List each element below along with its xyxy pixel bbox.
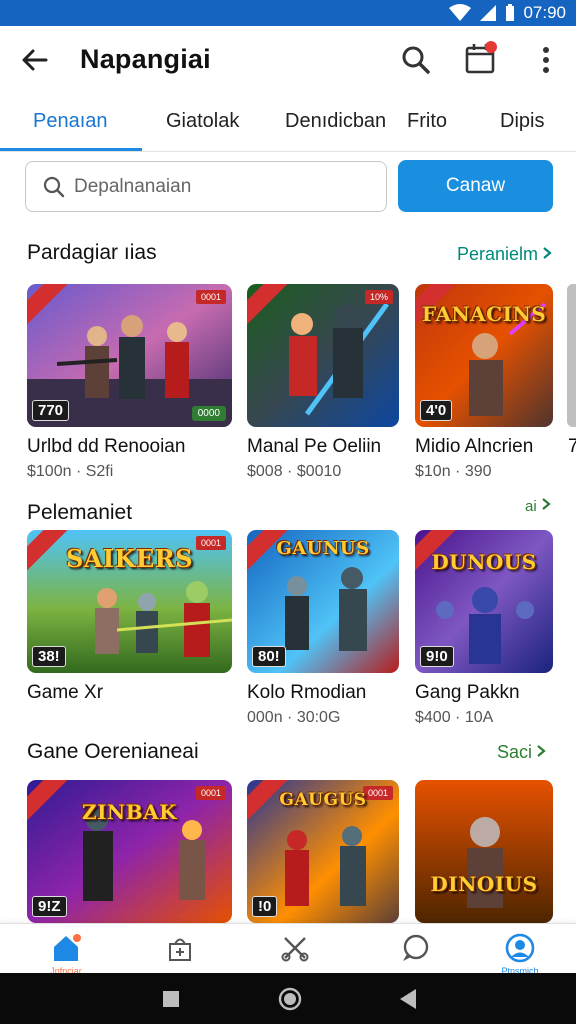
section-see-all-link[interactable]: Saci: [497, 742, 546, 763]
price-tag: 10%: [364, 290, 393, 304]
game-card[interactable]: 0001 770 0000 Urlbd dd Renooian $100n · …: [27, 284, 232, 480]
section-link-label: Saci: [497, 742, 533, 762]
tab-denidicban[interactable]: Denıdicban: [285, 110, 386, 133]
game-card[interactable]: 0001 GAUGUS !0: [247, 780, 399, 923]
rating-badge: 4'0: [420, 400, 453, 421]
game-thumbnail: 0001 GAUGUS !0: [247, 780, 399, 923]
active-tab-indicator: [0, 148, 142, 151]
game-name: Kolo Rmodian: [247, 682, 367, 703]
nav-home[interactable]: [46, 932, 86, 964]
section-see-all-link[interactable]: ai: [525, 497, 551, 515]
game-logo: FANACINS: [421, 302, 547, 326]
nav-store[interactable]: [160, 932, 200, 964]
game-card[interactable]: FANACINS 4'0 Midio Alncrien $10n · 390: [415, 284, 553, 480]
search-field[interactable]: [25, 161, 387, 212]
game-thumbnail: 0001 SAIKERS 38!: [27, 530, 232, 673]
game-card[interactable]: DUNOUS 9!0 Gang Pakkn $400 · 10A: [415, 530, 553, 726]
recents-icon[interactable]: [162, 990, 180, 1013]
chevron-right-icon: [542, 244, 552, 265]
section-link-label: Peranielm: [457, 244, 539, 264]
back-triangle-icon[interactable]: [398, 988, 418, 1015]
more-vert-icon[interactable]: [532, 42, 560, 78]
rating-badge: !0: [252, 896, 278, 917]
game-price: $008 · $0010: [247, 463, 342, 480]
game-price: 000n · 30:0G: [247, 709, 341, 726]
rating-badge: 9!0: [420, 646, 454, 667]
search-icon[interactable]: [398, 42, 434, 78]
tab-dipis[interactable]: Dipis: [500, 110, 544, 133]
app-bar: Napangiai: [0, 26, 576, 92]
game-thumbnail: 0001 770 0000: [27, 284, 232, 427]
tab-bar: Penaıan Giatolak Denıdicban Frito Dipis: [0, 92, 576, 152]
battery-icon: [505, 4, 515, 22]
tab-giatolak[interactable]: Giatolak: [166, 110, 239, 133]
game-card[interactable]: GAUNUS 80! Kolo Rmodian 000n · 30:0G: [247, 530, 399, 726]
calendar-notification-icon[interactable]: [462, 40, 500, 78]
clock: 07:90: [523, 3, 566, 22]
tab-penaian[interactable]: Penaıan: [33, 110, 108, 133]
game-logo: GAUNUS: [276, 538, 370, 559]
back-arrow-icon[interactable]: [18, 43, 52, 77]
game-thumbnail: DINOIUS: [415, 780, 553, 923]
game-card[interactable]: 10% Manal Pe Oeliin $008 · $0010: [247, 284, 399, 480]
section-link-label: ai: [525, 497, 537, 515]
chevron-right-icon: [541, 497, 551, 515]
game-thumbnail: 10%: [247, 284, 399, 427]
system-navigation-bar: [0, 973, 576, 1024]
game-price: $400 · 10A: [415, 709, 494, 726]
rating-badge: 770: [32, 400, 70, 421]
signal-icon: [479, 4, 497, 22]
game-thumbnail: 0001 ZINBAK 9!Z: [27, 780, 232, 923]
section-title: Pelemaniet: [27, 501, 133, 524]
sale-badge: 0000: [191, 406, 226, 421]
game-card[interactable]: DINOIUS: [415, 780, 553, 923]
game-name: Manal Pe Oeliin: [247, 436, 382, 457]
tools-icon: [279, 932, 311, 964]
game-name: Midio Alncrien: [415, 436, 534, 457]
page-title: Napangiai: [80, 44, 211, 74]
game-card[interactable]: 0001 ZINBAK 9!Z: [27, 780, 232, 923]
game-price: $100n · S2fi: [27, 463, 114, 480]
game-logo: DUNOUS: [431, 550, 537, 574]
game-name: Game Xr: [27, 682, 104, 703]
rating-badge: 9!Z: [32, 896, 67, 917]
game-thumbnail: DUNOUS 9!0: [415, 530, 553, 673]
rating-badge: 38!: [32, 646, 66, 667]
next-card-peek: [567, 284, 576, 427]
game-logo: GAUGUS: [279, 790, 367, 810]
profile-icon: [504, 932, 536, 964]
price-tag: 0001: [195, 786, 226, 800]
bottom-navigation: Jnfnciar Ptnsmich: [0, 923, 576, 976]
home-icon: [50, 932, 82, 964]
search-input[interactable]: [74, 170, 374, 204]
game-price: $10n · 390: [415, 463, 492, 480]
price-tag: 0001: [195, 290, 226, 304]
section-title: Pardagiar ıias: [27, 241, 157, 264]
game-logo: SAIKERS: [65, 544, 194, 573]
section-see-all-link[interactable]: Peranielm: [457, 244, 552, 265]
chevron-right-icon: [536, 742, 546, 763]
search-icon: [42, 175, 66, 199]
wifi-icon: [449, 4, 472, 22]
game-name: Urlbd dd Renooian: [27, 436, 186, 457]
search-button[interactable]: Canaw: [398, 160, 553, 212]
nav-profile[interactable]: [500, 932, 540, 964]
store-icon: [164, 932, 196, 964]
game-thumbnail: GAUNUS 80!: [247, 530, 399, 673]
tab-frito[interactable]: Frito: [407, 110, 447, 133]
home-circle-icon[interactable]: [278, 987, 302, 1016]
rating-badge: 80!: [252, 646, 286, 667]
game-thumbnail: FANACINS 4'0: [415, 284, 553, 427]
status-bar: 07:90: [0, 0, 576, 26]
game-card[interactable]: 0001 SAIKERS 38! Game Xr: [27, 530, 232, 703]
game-logo: DINOIUS: [430, 872, 538, 896]
nav-chat[interactable]: [395, 932, 435, 964]
chat-icon: [399, 932, 431, 964]
next-card-name-peek: 7: [568, 436, 576, 457]
game-name: Gang Pakkn: [415, 682, 520, 703]
game-logo: ZINBAK: [81, 800, 178, 824]
section-title: Gane Oerenianeai: [27, 740, 199, 763]
nav-tools[interactable]: [275, 932, 315, 964]
